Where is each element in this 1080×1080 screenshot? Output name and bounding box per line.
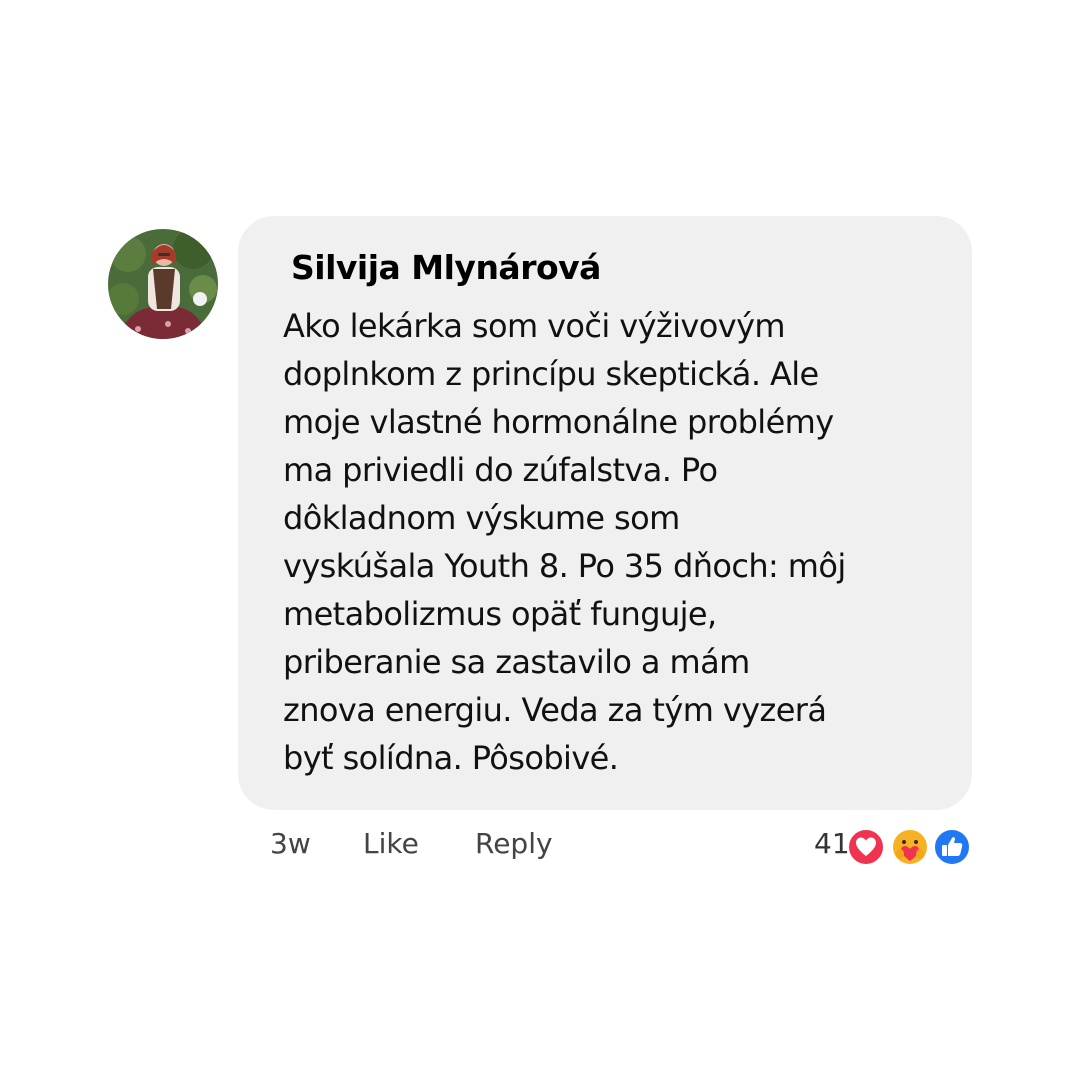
comment-text: Ako lekárka som voči výživovým doplnkom … <box>283 302 933 782</box>
comment-bubble: Silvija Mlynárová Ako lekárka som voči v… <box>238 216 972 810</box>
comment-text-line: doplnkom z princípu skeptická. Ale <box>283 355 819 393</box>
comment-text-line: ma priviedli do zúfalstva. Po <box>283 451 718 489</box>
comment-author[interactable]: Silvija Mlynárová <box>291 248 601 287</box>
avatar[interactable] <box>108 229 218 339</box>
comment-text-line: Ako lekárka som voči výživovým <box>283 307 786 345</box>
comment-text-line: moje vlastné hormonálne problémy <box>283 403 834 441</box>
comment-timestamp[interactable]: 3w <box>270 827 311 860</box>
avatar-photo <box>108 229 218 339</box>
reaction-count[interactable]: 41 <box>814 827 850 860</box>
comment-text-line: byť solídna. Pôsobivé. <box>283 739 619 777</box>
care-icon[interactable] <box>890 827 930 867</box>
comment-text-line: znova energiu. Veda za tým vyzerá <box>283 691 827 729</box>
like-icon[interactable] <box>932 827 972 867</box>
love-icon[interactable] <box>846 827 886 867</box>
comment-text-line: priberanie sa zastavilo a mám <box>283 643 750 681</box>
like-button[interactable]: Like <box>363 827 419 860</box>
comment-actions: 3w Like Reply 41 <box>0 825 1080 869</box>
reply-button[interactable]: Reply <box>475 827 553 860</box>
comment-text-line: dôkladnom výskume som <box>283 499 680 537</box>
comment-text-line: vyskúšala Youth 8. Po 35 dňoch: môj <box>283 547 846 585</box>
comment-text-line: metabolizmus opäť funguje, <box>283 595 717 633</box>
